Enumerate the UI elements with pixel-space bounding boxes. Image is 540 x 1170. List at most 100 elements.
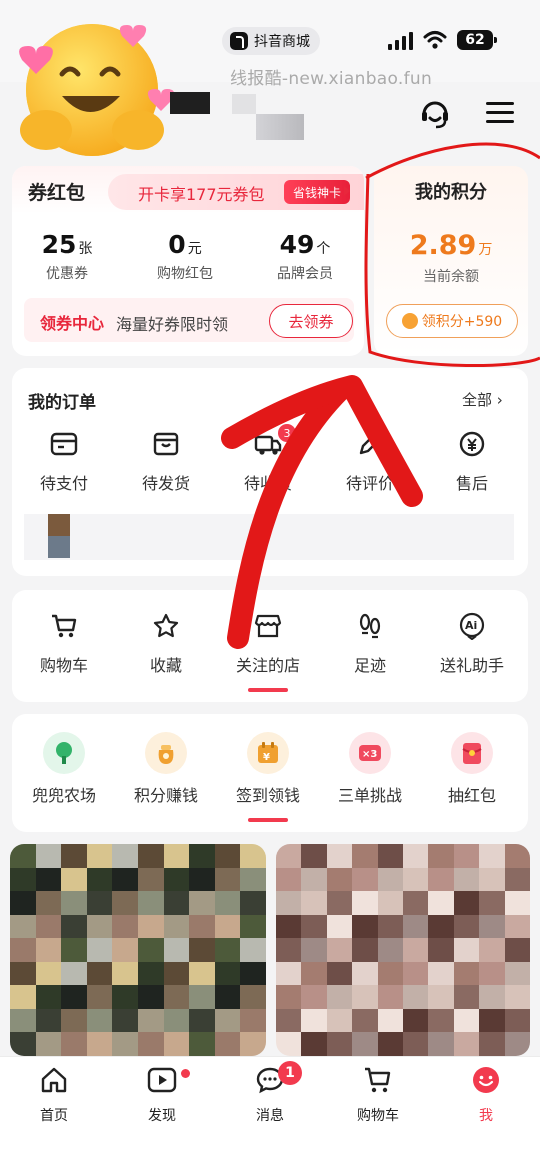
blur-tile [326, 891, 353, 915]
blur-tile [240, 961, 266, 986]
tab-discover[interactable]: 发现 [108, 1065, 216, 1125]
stat-memberships[interactable]: 49 个 品牌会员 [250, 230, 360, 283]
blur-tile [112, 1008, 138, 1033]
order-pending-review[interactable]: 待评价 [322, 430, 418, 494]
blur-tile [402, 938, 429, 962]
points-balance: 2.89 万 [409, 230, 493, 261]
reward-points-earn[interactable]: 积分赚钱 [118, 732, 214, 806]
order-after-sales[interactable]: 售后 [424, 430, 520, 494]
blur-tile [276, 938, 302, 962]
blur-tile [453, 985, 480, 1009]
blur-tile [189, 1032, 215, 1056]
blur-tile [163, 867, 190, 892]
blur-tile [301, 1008, 327, 1033]
blur-tile [504, 914, 530, 939]
blur-tile [61, 914, 87, 939]
tool-gift-assistant[interactable]: Ai 送礼助手 [424, 612, 520, 676]
earn-points-button[interactable]: 领积分+590 [386, 304, 518, 338]
tool-followed-stores[interactable]: 关注的店 [220, 612, 316, 676]
product-image-blur [10, 844, 266, 1056]
blur-tile [35, 985, 62, 1009]
blur-tile [479, 938, 505, 962]
blur-tile [428, 938, 454, 962]
blur-tile [61, 985, 87, 1009]
reward-check-in[interactable]: ¥ 签到领钱 [220, 732, 316, 806]
customer-service-icon[interactable] [418, 96, 452, 130]
blur-tile [86, 844, 113, 868]
blur-tile [402, 985, 429, 1009]
menu-icon[interactable] [486, 100, 514, 124]
orders-title: 我的订单 [28, 393, 96, 413]
blur-tile [112, 914, 138, 939]
points-card[interactable]: 我的积分 2.89 万 当前余额 领积分+590 [374, 166, 528, 356]
order-preview-strip[interactable] [24, 514, 514, 560]
blur-tile [276, 867, 302, 892]
blur-tile [402, 867, 429, 892]
blur-tile [61, 1008, 87, 1033]
blur-tile [479, 1008, 505, 1033]
tab-messages[interactable]: 消息 [216, 1065, 324, 1125]
blur-tile [35, 844, 62, 868]
blur-tile [428, 914, 454, 939]
order-pending-payment[interactable]: 待支付 [16, 430, 112, 494]
blur-tile [61, 938, 87, 962]
blur-tile [276, 844, 302, 868]
blur-tile [504, 844, 530, 868]
blur-tile [10, 985, 36, 1009]
blur-tile [504, 985, 530, 1009]
x3-icon: ×3 [349, 732, 391, 774]
package-icon [153, 432, 179, 456]
order-pending-shipment[interactable]: 待发货 [118, 430, 214, 494]
blur-tile [214, 867, 241, 892]
douyin-coin-icon [401, 313, 418, 329]
blur-tile [138, 914, 164, 939]
tab-home[interactable]: 首页 [0, 1065, 108, 1125]
blur-tile [138, 844, 164, 868]
promo-badge[interactable]: 省钱神卡 [284, 180, 350, 204]
blur-tile [479, 891, 505, 915]
tool-favorites[interactable]: 收藏 [118, 612, 214, 676]
tab-cart[interactable]: 购物车 [324, 1065, 432, 1125]
blur-tile [35, 914, 62, 939]
orders-card: 我的订单 全部 › 待支付 待发货 待收货 3 待评价 售后 [12, 368, 528, 576]
orders-all-link[interactable]: 全部 › [462, 389, 503, 410]
blur-tile [214, 844, 241, 868]
blur-tile [138, 938, 164, 962]
stat-red-packets[interactable]: 0元 购物红包 [130, 230, 240, 283]
reward-farm[interactable]: 兜兜农场 [16, 732, 112, 806]
blur-tile [402, 961, 429, 986]
watermark: 线报酷-new.xianbao.fun [230, 69, 433, 89]
product-image-blur [276, 844, 530, 1056]
blur-tile [377, 867, 403, 892]
blur-tile [453, 1008, 480, 1033]
get-coupon-button[interactable]: 去领券 [269, 304, 353, 338]
coupon-card: 券红包 开卡享177元券包 省钱神卡 25 张 优惠券 0元 购物红包 49 个 品… [12, 166, 364, 356]
blur-tile [214, 891, 241, 915]
tool-footprints[interactable]: 足迹 [322, 612, 418, 676]
blur-tile [240, 1032, 266, 1056]
reward-red-envelope[interactable]: 抽红包 [424, 732, 520, 806]
tool-cart[interactable]: 购物车 [16, 612, 112, 676]
store-pill[interactable]: 抖音商城 [222, 27, 320, 55]
feed-product-card[interactable] [10, 844, 266, 1056]
active-tab-indicator [248, 688, 288, 692]
blur-tile [214, 1032, 241, 1056]
blur-tile [276, 961, 302, 986]
blur-tile [10, 844, 36, 868]
tab-me[interactable]: 我 [432, 1065, 540, 1125]
blur-tile [352, 938, 378, 962]
promo-text[interactable]: 开卡享177元券包 [138, 181, 265, 205]
ai-gift-icon: Ai [459, 612, 485, 641]
blur-tile [326, 938, 353, 962]
blur-tile [504, 1032, 530, 1056]
blur-tile [326, 844, 353, 868]
reward-triple-order[interactable]: ×3 三单挑战 [322, 732, 418, 806]
receipt-count-badge: 3 [278, 424, 296, 442]
hugging-face-avatar-icon[interactable] [10, 18, 178, 158]
stat-coupons[interactable]: 25 张 优惠券 [12, 230, 122, 283]
feed-product-card[interactable] [276, 844, 530, 1056]
red-envelope-icon [451, 732, 493, 774]
order-pending-receipt[interactable]: 待收货 [220, 430, 316, 494]
blur-tile [402, 1032, 429, 1056]
blur-tile [428, 891, 454, 915]
